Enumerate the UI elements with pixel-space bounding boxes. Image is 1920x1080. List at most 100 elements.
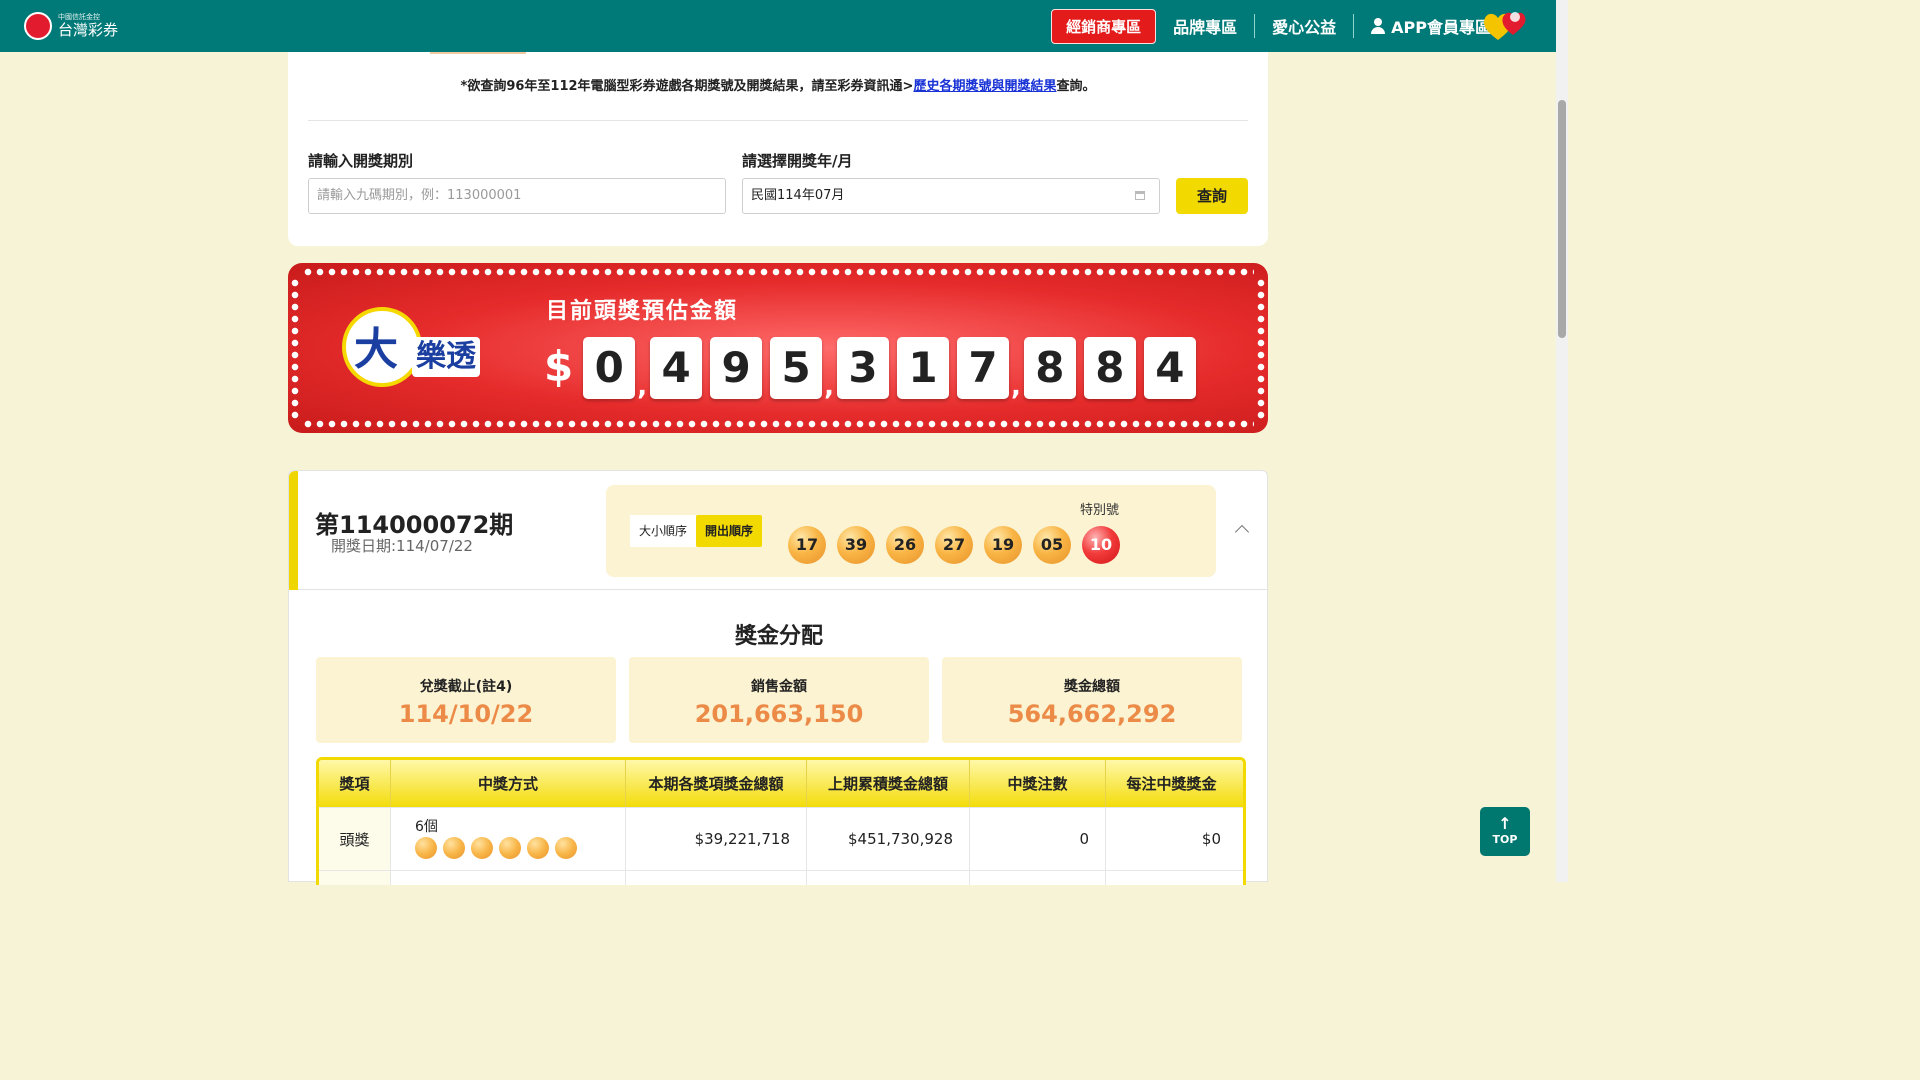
logo-subtitle: 中國信託金控 (58, 13, 100, 21)
table-header-row: 獎項 中獎方式 本期各獎項獎金總額 上期累積獎金總額 中獎注數 每注中獎獎金 (319, 760, 1243, 807)
scrollbar-thumb[interactable] (1558, 100, 1566, 338)
month-picker[interactable]: 民國114年07月 (742, 178, 1160, 214)
current-prize-total: $39,221,718 (626, 808, 807, 870)
history-notice: *欲查詢96年至112年電腦型彩券遊戲各期獎號及開獎結果，請至彩券資訊通>歷史各… (460, 79, 1096, 94)
active-tab-indicator (430, 52, 526, 54)
stat-label: 兌獎截止(註4) (419, 679, 513, 695)
page-scrollbar[interactable] (1556, 0, 1568, 882)
nav-divider (1353, 14, 1355, 38)
currency-symbol: $ (544, 342, 574, 391)
marquee-lights (1256, 277, 1266, 419)
marquee-lights (290, 277, 300, 419)
marquee-lights (302, 419, 1254, 429)
stat-total-prize: 獎金總額 564,662,292 (942, 657, 1242, 743)
sort-toggle: 大小順序 開出順序 (630, 515, 763, 547)
jackpot-digit: 8 (1083, 337, 1136, 399)
marquee-lights (302, 267, 1254, 277)
stat-claim-deadline: 兌獎截止(註4) 114/10/22 (316, 657, 616, 743)
ball-icon (555, 837, 577, 859)
special-number-ball: 10 (1082, 526, 1120, 564)
ball-icon (499, 837, 521, 859)
jackpot-digit: 9 (710, 337, 763, 399)
stat-value: 114/10/22 (398, 700, 534, 728)
column-header: 獎項 (319, 760, 391, 807)
calendar-icon (1135, 191, 1145, 200)
nav-app-member-label: APP會員專區 (1391, 18, 1491, 37)
nav-divider (1254, 14, 1256, 38)
period-label: 請輸入開獎期別 (308, 152, 414, 170)
winning-balls: 17 39 26 27 19 05 10 (788, 526, 1131, 564)
column-header: 上期累積獎金總額 (807, 760, 970, 807)
prize-table: 獎項 中獎方式 本期各獎項獎金總額 上期累積獎金總額 中獎注數 每注中獎獎金 頭… (316, 757, 1246, 885)
collapse-chevron-up-icon[interactable] (1234, 524, 1250, 540)
column-header: 每注中獎獎金 (1126, 775, 1217, 793)
back-to-top-button[interactable]: ↑ TOP (1480, 807, 1530, 856)
period-input[interactable]: 請輸入九碼期別，例：113000001 (308, 178, 726, 214)
special-number-label: 特別號 (1080, 503, 1120, 518)
back-to-top-label: TOP (1492, 833, 1518, 846)
ball-icon (443, 837, 465, 859)
jackpot-digit: 4 (650, 337, 703, 399)
prize-per-ticket: $0 (1201, 830, 1221, 848)
jackpot-amount: $ 0 , 4 9 5 , 3 1 7 , 8 8 4 (544, 335, 1204, 402)
month-value: 民國114年07月 (751, 188, 845, 203)
digit-separator: , (1011, 372, 1021, 402)
user-icon (1371, 18, 1386, 34)
table-row: 頭獎 6個 $39,221,718 $451,730,928 0 $0 (319, 807, 1243, 870)
query-button[interactable]: 查詢 (1176, 178, 1248, 214)
column-header: 中獎注數 (970, 760, 1106, 807)
table-row (319, 870, 1243, 885)
logo-title: 台灣彩券 (58, 21, 119, 39)
month-label: 請選擇開獎年/月 (742, 152, 853, 170)
top-navigation-bar: 中國信託金控 台灣彩券 經銷商專區 品牌專區 愛心公益 APP會員專區 (0, 0, 1556, 52)
jackpot-digit: 0 (583, 337, 636, 399)
logo-emblem-icon (24, 12, 52, 40)
jackpot-digit: 4 (1143, 337, 1196, 399)
draw-result-header[interactable]: 第114000072期 開獎日期:114/07/22 大小順序 開出順序 特別號… (288, 470, 1268, 590)
draw-date: 開獎日期:114/07/22 (331, 537, 473, 555)
match-count: 6個 (415, 819, 438, 835)
stat-value: 201,663,150 (694, 700, 864, 728)
main-nav: 經銷商專區 品牌專區 愛心公益 APP會員專區 (1051, 0, 1508, 52)
digit-separator: , (637, 372, 648, 402)
stat-label: 銷售金額 (751, 679, 807, 695)
jackpot-title: 目前頭獎預估金額 (546, 299, 739, 324)
prize-section-title: 獎金分配 (734, 624, 823, 649)
number-ball: 27 (935, 526, 973, 564)
divider (308, 120, 1248, 121)
site-logo[interactable]: 中國信託金控 台灣彩券 (24, 12, 118, 40)
carried-prize-total: $451,730,928 (807, 808, 970, 870)
column-header: 中獎方式 (391, 760, 626, 807)
dealer-zone-button[interactable]: 經銷商專區 (1051, 8, 1157, 44)
win-method: 6個 (391, 808, 626, 870)
stat-value: 564,662,292 (1007, 700, 1177, 728)
jackpot-digit: 1 (897, 337, 950, 399)
nav-charity[interactable]: 愛心公益 (1255, 14, 1353, 38)
search-panel: *欲查詢96年至112年電腦型彩券遊戲各期獎號及開獎結果，請至彩券資訊通>歷史各… (288, 52, 1268, 246)
number-ball: 26 (886, 526, 924, 564)
ball-icon (471, 837, 493, 859)
charity-heart-icon[interactable] (1482, 9, 1528, 43)
column-header: 本期各獎項獎金總額 (626, 760, 807, 807)
nav-brand-zone[interactable]: 品牌專區 (1156, 14, 1254, 38)
ball-icon (527, 837, 549, 859)
number-ball: 19 (984, 526, 1022, 564)
history-results-link[interactable]: 歷史各期獎號與開獎結果 (913, 79, 1056, 94)
jackpot-digit: 8 (1023, 337, 1076, 399)
number-ball: 05 (1033, 526, 1071, 564)
jackpot-digit: 7 (957, 337, 1010, 399)
number-ball: 17 (788, 526, 826, 564)
lotto-649-logo: 大 樂透 (342, 307, 488, 389)
arrow-up-icon: ↑ (1498, 814, 1512, 833)
ball-icon (415, 837, 437, 859)
accent-stripe (289, 471, 298, 590)
sort-by-size-button[interactable]: 大小順序 (630, 515, 697, 547)
match-balls (415, 837, 583, 859)
jackpot-banner: 大 樂透 目前頭獎預估金額 $ 0 , 4 9 5 , 3 1 7 , 8 8 … (288, 263, 1268, 433)
digit-separator: , (824, 372, 835, 402)
sort-by-draw-order-button[interactable]: 開出順序 (696, 515, 763, 547)
jackpot-digit: 3 (837, 337, 890, 399)
prize-tier: 頭獎 (319, 808, 391, 870)
stat-sales-amount: 銷售金額 201,663,150 (629, 657, 929, 743)
winning-numbers-panel: 大小順序 開出順序 特別號 17 39 26 27 19 05 10 (606, 485, 1216, 577)
